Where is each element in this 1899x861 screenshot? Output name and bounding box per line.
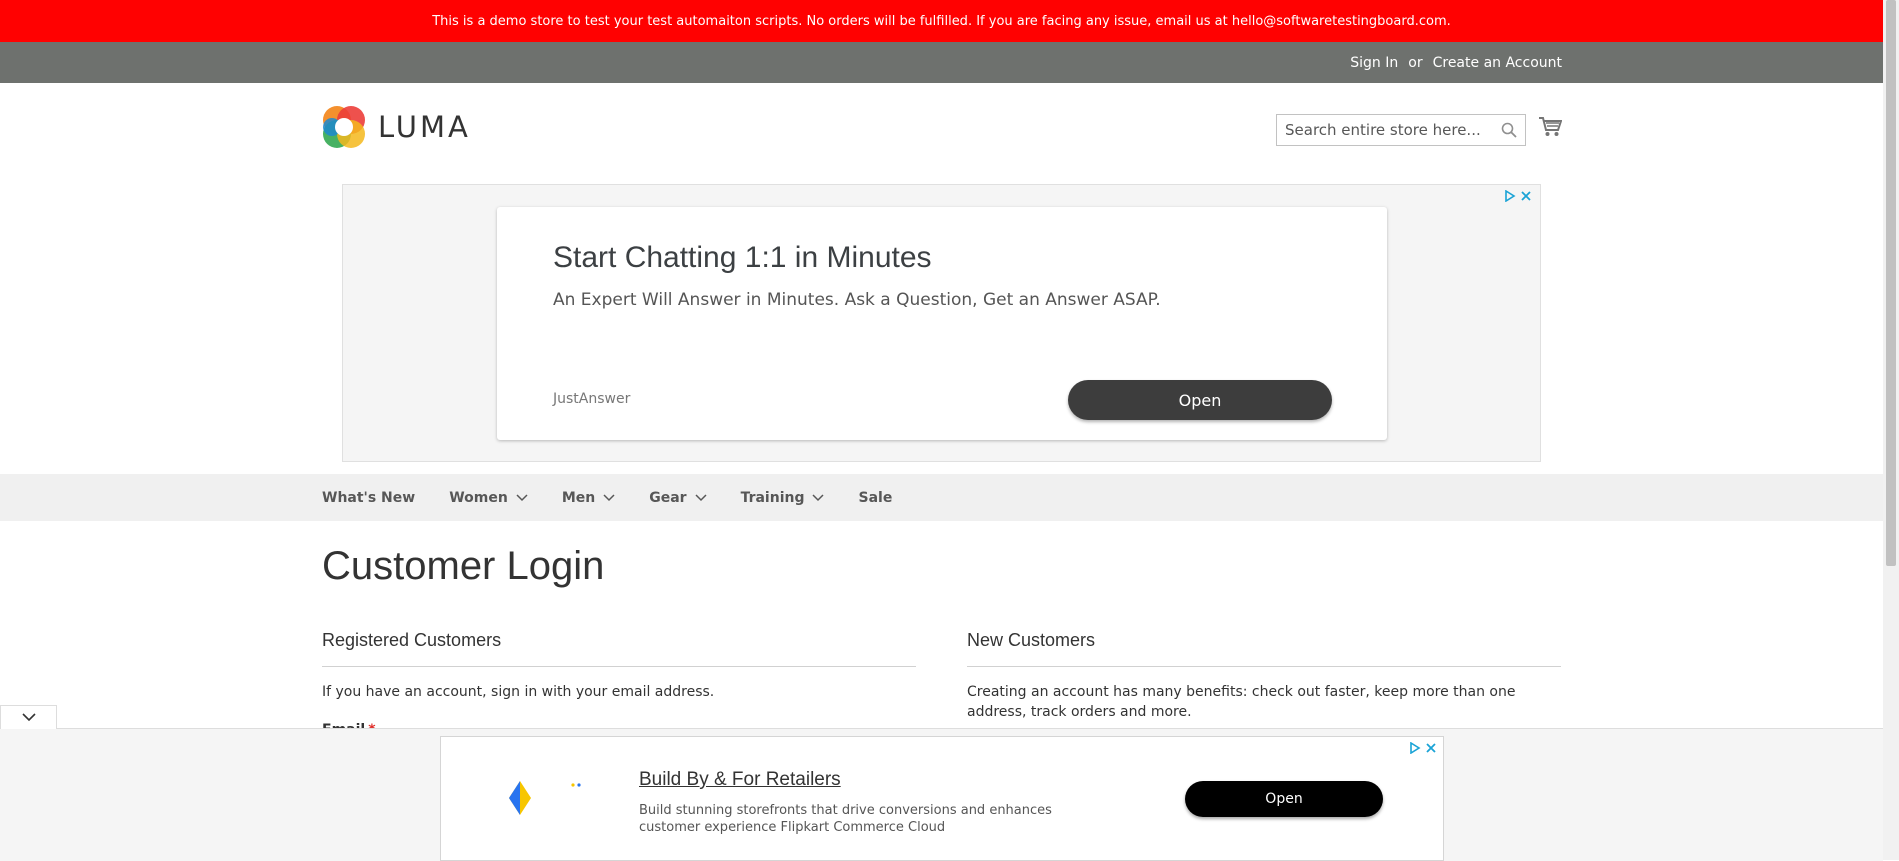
bottom-ad-card[interactable]: Build By & For Retailers Build stunning …: [440, 736, 1444, 861]
bottom-ad-description: Build stunning storefronts that drive co…: [639, 803, 1052, 835]
ad-advertiser: JustAnswer: [553, 391, 631, 407]
chevron-down-icon: [603, 493, 615, 501]
collapse-ad-button[interactable]: [0, 705, 57, 729]
adchoices-icon[interactable]: [1504, 187, 1516, 206]
nav-item-training[interactable]: Training: [741, 490, 825, 506]
nav-item-label: Sale: [858, 489, 893, 506]
chevron-down-icon: [21, 713, 36, 722]
chevron-down-icon: [695, 493, 707, 501]
nav-item-label: Women: [449, 489, 508, 506]
nav-item-whats-new[interactable]: What's New: [322, 490, 415, 506]
main-navigation: What's New Women Men Gear Training Sale: [0, 474, 1883, 521]
or-text: or: [1408, 54, 1423, 71]
adchoices-icon[interactable]: [1409, 739, 1421, 758]
search-input[interactable]: [1277, 115, 1503, 145]
ad-subtitle: An Expert Will Answer in Minutes. Ask a …: [553, 290, 1161, 310]
nav-item-label: What's New: [322, 489, 416, 506]
top-advertisement: Start Chatting 1:1 in Minutes An Expert …: [342, 184, 1541, 462]
search-icon[interactable]: [1501, 122, 1517, 142]
demo-notice-text: This is a demo store to test your test a…: [432, 13, 1451, 29]
registered-customers-text: If you have an account, sign in with you…: [322, 684, 715, 700]
scrollbar-thumb[interactable]: [1886, 0, 1896, 566]
luma-logo[interactable]: LUMA: [322, 105, 471, 149]
luma-logo-icon: [323, 106, 365, 148]
divider: [322, 666, 916, 667]
nav-item-gear[interactable]: Gear: [649, 489, 707, 506]
divider: [967, 666, 1561, 667]
nav-item-label: Gear: [649, 489, 687, 506]
new-customers-title: New Customers: [967, 630, 1096, 650]
flipkart-logo-icon: [509, 781, 531, 815]
new-customers-text: Creating an account has many benefits: c…: [967, 684, 1516, 720]
create-account-link[interactable]: Create an Account: [1433, 55, 1562, 71]
nav-item-sale[interactable]: Sale: [858, 490, 892, 506]
ad-title: Start Chatting 1:1 in Minutes: [553, 241, 932, 274]
nav-item-label: Training: [740, 489, 805, 506]
bottom-ad-title[interactable]: Build By & For Retailers: [639, 769, 841, 791]
header-links-bar: Sign In or Create an Account: [0, 42, 1883, 83]
page-title: Customer Login: [322, 544, 605, 588]
search-box: [1276, 114, 1526, 146]
demo-notice-bar: This is a demo store to test your test a…: [0, 0, 1883, 42]
cart-icon[interactable]: [1538, 116, 1563, 142]
nav-item-men[interactable]: Men: [562, 490, 615, 506]
nav-item-women[interactable]: Women: [449, 490, 528, 506]
sign-in-link[interactable]: Sign In: [1350, 55, 1398, 71]
logo-text: LUMA: [378, 110, 471, 144]
registered-customers-title: Registered Customers: [322, 630, 502, 650]
chevron-down-icon: [516, 493, 528, 501]
ad-open-button[interactable]: Open: [1068, 380, 1332, 420]
nav-item-label: Men: [561, 489, 596, 506]
page-scrollbar[interactable]: [1883, 0, 1899, 860]
bottom-ad-open-button[interactable]: Open: [1185, 781, 1383, 817]
ad-close-icon[interactable]: [1425, 739, 1437, 758]
bottom-ad-banner: Build By & For Retailers Build stunning …: [0, 728, 1883, 861]
ad-close-icon[interactable]: [1520, 187, 1532, 206]
ad-card[interactable]: Start Chatting 1:1 in Minutes An Expert …: [497, 207, 1387, 440]
dots-icon: [571, 783, 581, 787]
chevron-down-icon: [812, 493, 825, 501]
